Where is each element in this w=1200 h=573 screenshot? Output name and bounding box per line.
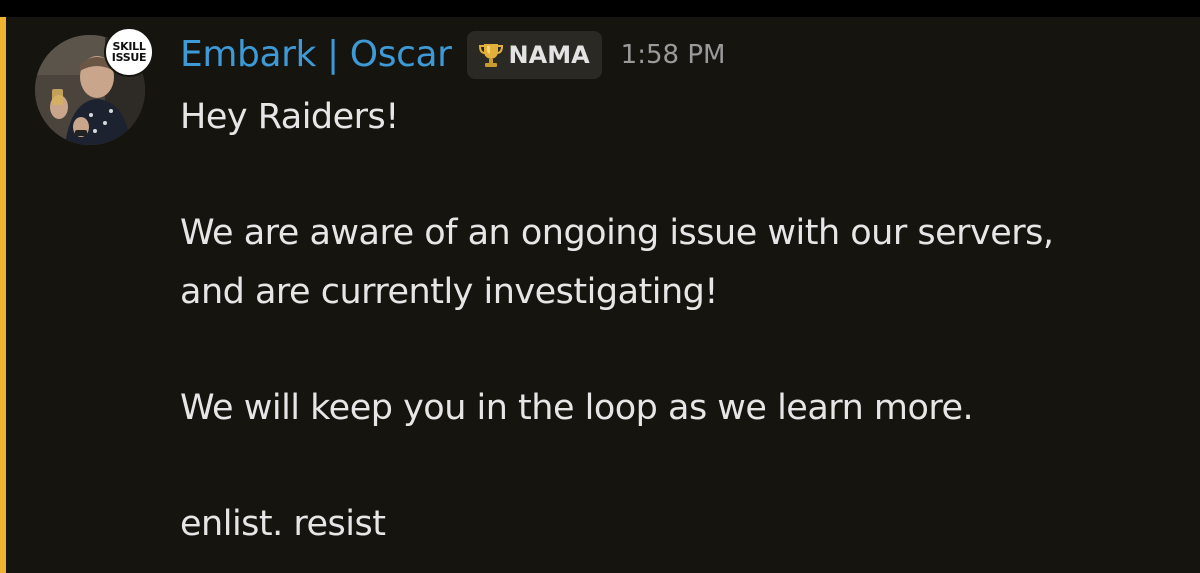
- role-label: NAMA: [508, 41, 590, 69]
- trophy-icon: [478, 42, 503, 68]
- message-line-signoff: enlist. resist: [180, 504, 386, 544]
- message-line-investigating: and are currently investigating!: [180, 272, 718, 312]
- role-tag[interactable]: NAMA: [466, 31, 602, 79]
- message-line-greeting: Hey Raiders!: [180, 97, 399, 137]
- timestamp[interactable]: 1:58 PM: [621, 28, 726, 82]
- message-highlight-bar: [0, 17, 6, 573]
- message-line-updates: We will keep you in the loop as we learn…: [180, 388, 974, 428]
- skill-issue-badge-icon: SKILL ISSUE: [104, 27, 154, 77]
- message-header: Embark | Oscar NAMA 1:58 PM: [180, 28, 725, 82]
- badge-line-2: ISSUE: [111, 51, 147, 64]
- message-line-issue: We are aware of an ongoing issue with ou…: [180, 213, 1054, 253]
- chat-message-screen: SKILL ISSUE Embark | Oscar NAMA 1:58 PM …: [0, 0, 1200, 573]
- username[interactable]: Embark | Oscar: [180, 28, 452, 82]
- top-edge: [0, 0, 1200, 17]
